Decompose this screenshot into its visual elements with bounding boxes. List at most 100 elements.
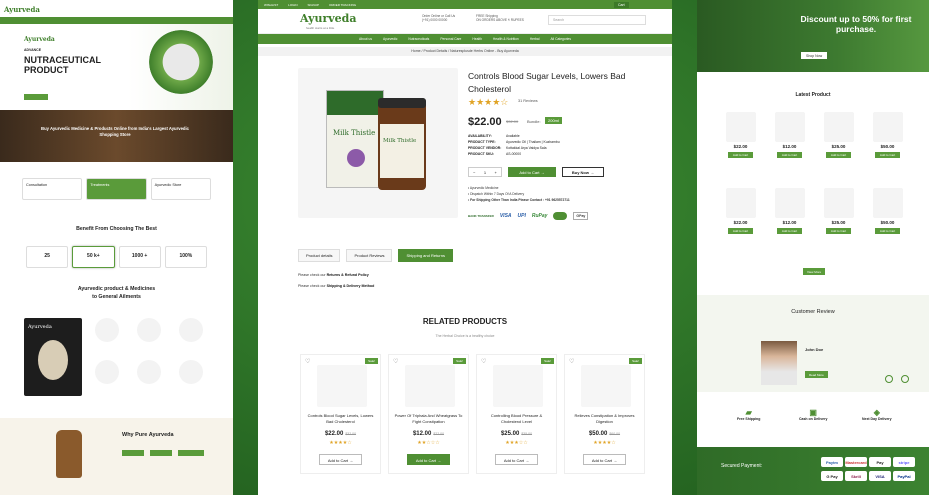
related-product-card[interactable]: ♡ Sale! Controls Blood Sugar Levels, Low… bbox=[300, 354, 381, 474]
nav-personal-care[interactable]: Personal Care bbox=[440, 37, 461, 41]
add-to-cart-button[interactable]: Add to Cart → bbox=[407, 454, 450, 465]
related-product-image[interactable] bbox=[317, 365, 367, 407]
related-product-image[interactable] bbox=[405, 365, 455, 407]
related-product-image[interactable] bbox=[493, 365, 543, 407]
bundle-option[interactable]: 200ml bbox=[545, 117, 562, 124]
refund-policy-link[interactable]: Returns & Refund Policy bbox=[327, 273, 369, 277]
cart-button[interactable]: Cart bbox=[614, 2, 629, 8]
add-to-cart-button[interactable]: Add to Cart bbox=[874, 228, 901, 234]
why-tag[interactable] bbox=[122, 450, 144, 456]
why-tag[interactable] bbox=[150, 450, 172, 456]
meta-value: Ayurvedic Oil | Thailam | Kuzhambu bbox=[506, 140, 560, 144]
add-to-cart-button[interactable]: Add to Cart bbox=[776, 152, 803, 158]
left-product-cell[interactable] bbox=[130, 360, 168, 398]
review-count[interactable]: 31 Reviews bbox=[518, 99, 538, 103]
latest-product-card[interactable]: $50.00 Add to Cart bbox=[866, 188, 909, 258]
add-to-cart-button[interactable]: Add to Cart → bbox=[583, 454, 626, 465]
left-product-cell[interactable] bbox=[172, 360, 210, 398]
tab-product-reviews[interactable]: Product Reviews bbox=[346, 249, 393, 262]
minus-icon[interactable]: − bbox=[473, 170, 475, 175]
nav-ayurvedic[interactable]: Ayurvedic bbox=[383, 37, 397, 41]
latest-product-image[interactable] bbox=[725, 112, 756, 142]
add-to-cart-button[interactable]: Add to Cart bbox=[874, 152, 901, 158]
buy-now-button[interactable]: Buy Now → bbox=[562, 167, 604, 177]
plus-icon[interactable]: + bbox=[494, 170, 496, 175]
related-product-image[interactable] bbox=[581, 365, 631, 407]
shipping-method-link[interactable]: Shipping & Delivery Method bbox=[327, 284, 375, 288]
latest-product-card[interactable]: $22.00 Add to Cart bbox=[719, 112, 762, 182]
next-arrow-icon[interactable] bbox=[901, 375, 909, 383]
related-product-name[interactable]: Controlling Blood Pressure & Cholesterol… bbox=[481, 413, 552, 425]
related-product-name[interactable]: Controls Blood Sugar Levels, Lowers Bad … bbox=[305, 413, 376, 425]
latest-product-card[interactable]: $25.00 Add to Cart bbox=[817, 188, 860, 258]
related-product-card[interactable]: ♡ Sale! Relieves Constipation & Improves… bbox=[564, 354, 645, 474]
add-to-cart-button[interactable]: Add to Cart bbox=[825, 152, 852, 158]
add-to-cart-button[interactable]: Add to Cart bbox=[825, 228, 852, 234]
policy-prefix: Please check our bbox=[298, 284, 326, 288]
left-product-cell[interactable] bbox=[130, 318, 168, 356]
add-to-cart-button[interactable]: Add to Cart bbox=[727, 228, 754, 234]
quantity-value[interactable]: 1 bbox=[484, 170, 486, 175]
add-to-cart-button[interactable]: Add to Cart bbox=[727, 152, 754, 158]
add-to-cart-button[interactable]: Add to Cart → bbox=[508, 167, 556, 177]
util-signup[interactable]: SIGNUP bbox=[308, 3, 320, 7]
nav-health[interactable]: Health bbox=[472, 37, 482, 41]
utility-bar: WISHLIST LOGIN SIGNUP ORDER TRACKING bbox=[258, 0, 672, 9]
search-input[interactable]: Search bbox=[548, 15, 646, 25]
latest-product-image[interactable] bbox=[823, 188, 854, 218]
left-product-cell[interactable] bbox=[88, 360, 126, 398]
shop-now-button[interactable]: Shop Now bbox=[801, 52, 828, 59]
add-to-cart-button[interactable]: Add to Cart → bbox=[495, 454, 538, 465]
tab-shipping-returns[interactable]: Shipping and Returns bbox=[398, 249, 453, 262]
nav-health-nutrition[interactable]: Health & Nutrition bbox=[493, 37, 519, 41]
why-tag[interactable] bbox=[178, 450, 204, 456]
meta-value: Available bbox=[506, 134, 520, 138]
latest-product-card[interactable]: $22.00 Add to Cart bbox=[719, 188, 762, 258]
product-title: Controls Blood Sugar Levels, Lowers Bad … bbox=[468, 71, 626, 94]
latest-product-card[interactable]: $12.00 Add to Cart bbox=[768, 188, 811, 258]
nav-about[interactable]: About us bbox=[359, 37, 372, 41]
add-to-cart-button[interactable]: Add to Cart bbox=[776, 228, 803, 234]
util-wishlist[interactable]: WISHLIST bbox=[264, 3, 278, 7]
heart-icon[interactable]: ♡ bbox=[481, 358, 486, 365]
latest-product-image[interactable] bbox=[725, 188, 756, 218]
latest-product-image[interactable] bbox=[774, 188, 805, 218]
service-card-consultation[interactable]: Consultation bbox=[22, 178, 83, 200]
nav-all-categories[interactable]: All Categories bbox=[550, 37, 571, 41]
latest-product-image[interactable] bbox=[823, 112, 854, 142]
left-hero-button[interactable] bbox=[24, 94, 48, 100]
left-product-cell[interactable] bbox=[88, 318, 126, 356]
cash-icon: ▣ bbox=[809, 408, 817, 417]
service-card-store[interactable]: Ayurvedic Store bbox=[150, 178, 211, 200]
related-products-title: RELATED PRODUCTS bbox=[422, 317, 508, 326]
related-product-name[interactable]: Relieves Constipation & Improves Digesti… bbox=[569, 413, 640, 425]
related-product-name[interactable]: Power Of Triphala And Wheatgrass To Figh… bbox=[393, 413, 464, 425]
util-order-tracking[interactable]: ORDER TRACKING bbox=[329, 3, 356, 7]
read-more-button[interactable]: Read More bbox=[805, 371, 828, 378]
latest-product-image[interactable] bbox=[872, 188, 903, 218]
nav-herbal[interactable]: Herbal bbox=[530, 37, 540, 41]
nav-nutraceuticals[interactable]: Nutraceuticals bbox=[408, 37, 429, 41]
related-product-card[interactable]: ♡ Sale! Power Of Triphala And Wheatgrass… bbox=[388, 354, 469, 474]
heart-icon[interactable]: ♡ bbox=[305, 358, 310, 365]
service-card-treatments[interactable]: Treatments bbox=[86, 178, 147, 200]
latest-product-card[interactable]: $50.00 Add to Cart bbox=[866, 112, 909, 182]
latest-product-card[interactable]: $12.00 Add to Cart bbox=[768, 112, 811, 182]
view-more-button[interactable]: View More bbox=[803, 268, 826, 275]
heart-icon[interactable]: ♡ bbox=[569, 358, 574, 365]
util-login[interactable]: LOGIN bbox=[288, 3, 297, 7]
prev-arrow-icon[interactable] bbox=[885, 375, 893, 383]
tab-product-details[interactable]: Product details bbox=[298, 249, 341, 262]
latest-product-card[interactable]: $25.00 Add to Cart bbox=[817, 112, 860, 182]
latest-product-image[interactable] bbox=[872, 112, 903, 142]
quantity-stepper[interactable]: − 1 + bbox=[468, 167, 502, 177]
featured-product-logo: Ayurveda bbox=[28, 324, 52, 330]
left-product-cell[interactable] bbox=[172, 318, 210, 356]
latest-product-image[interactable] bbox=[774, 112, 805, 142]
heart-icon[interactable]: ♡ bbox=[393, 358, 398, 365]
left-logo[interactable]: Ayurveda bbox=[4, 5, 40, 14]
add-to-cart-button[interactable]: Add to Cart → bbox=[319, 454, 362, 465]
customer-review-title: Customer Review bbox=[791, 309, 835, 315]
related-product-card[interactable]: ♡ Sale! Controlling Blood Pressure & Cho… bbox=[476, 354, 557, 474]
site-logo[interactable]: Ayurveda bbox=[300, 12, 356, 25]
